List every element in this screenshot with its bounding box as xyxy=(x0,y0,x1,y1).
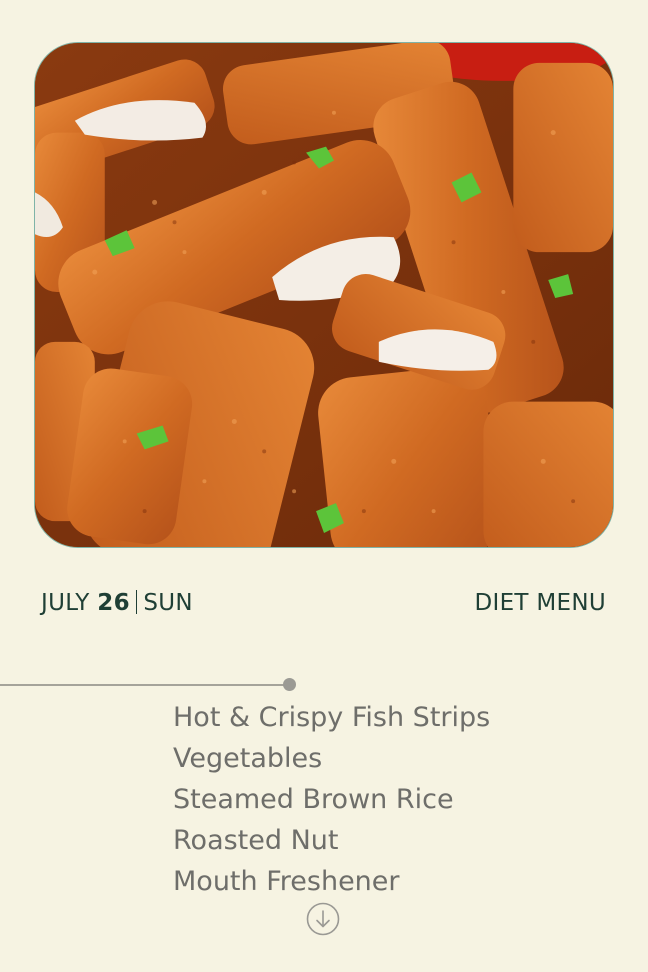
menu-list: Hot & Crispy Fish Strips Vegetables Stea… xyxy=(173,697,490,902)
date-weekday: SUN xyxy=(143,590,193,616)
diet-menu-heading: DIET MENU xyxy=(474,590,606,616)
arrow-down-circle-icon xyxy=(306,902,340,936)
date-separator xyxy=(135,590,138,614)
menu-item: Roasted Nut xyxy=(173,825,339,856)
menu-item: Steamed Brown Rice xyxy=(173,784,454,815)
scroll-down-button[interactable] xyxy=(306,902,340,936)
fish-strips-image xyxy=(35,43,613,547)
timeline-line xyxy=(0,684,290,686)
menu-item: Mouth Freshener xyxy=(173,866,400,897)
date-month: JULY xyxy=(41,590,90,616)
date-day: 26 xyxy=(97,590,130,616)
menu-item: Hot & Crispy Fish Strips xyxy=(173,702,491,733)
food-photo xyxy=(34,42,614,548)
timeline-dot xyxy=(283,678,296,691)
date-display: JULY 26 SUN xyxy=(41,590,193,616)
menu-item: Vegetables xyxy=(173,743,323,774)
